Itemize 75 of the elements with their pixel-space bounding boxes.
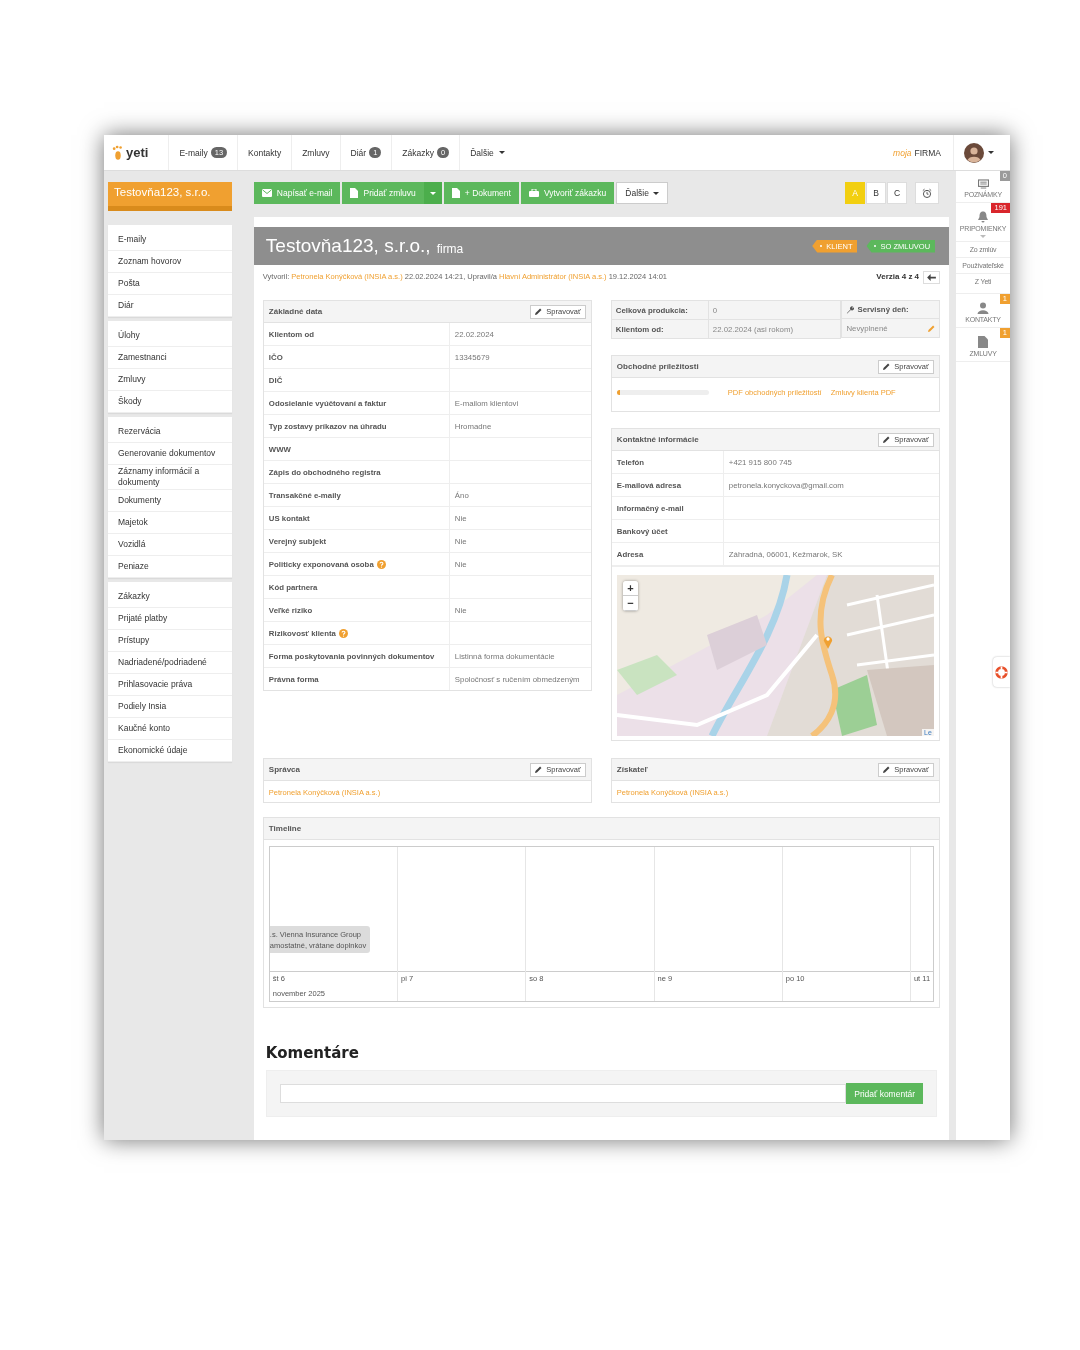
panel-title: Správca	[268, 765, 300, 774]
nav-link[interactable]: Zmluvy	[291, 135, 340, 170]
brand-name: FIRMA	[914, 147, 941, 158]
sidebar-item[interactable]: Vozidlá	[108, 534, 232, 556]
sidebar-item[interactable]: Podiely Insia	[108, 696, 232, 718]
caret-icon	[988, 151, 994, 154]
envelope-icon	[261, 189, 272, 197]
help-icon	[376, 559, 386, 569]
sidebar-item[interactable]: Záznamy informácií a dokumenty	[108, 465, 232, 490]
sidebar-item[interactable]: Prihlasovacie práva	[108, 674, 232, 696]
sidebar-item[interactable]: Pošta	[108, 273, 232, 295]
help-tab[interactable]	[993, 657, 1010, 687]
map-pin-icon	[822, 634, 833, 649]
sidebar-item[interactable]: Nadriadené/podriadené	[108, 652, 232, 674]
wrench-icon	[846, 305, 855, 314]
sidebar-item[interactable]: Prijaté platby	[108, 608, 232, 630]
comments-heading: Komentáre	[265, 1044, 360, 1062]
sidebar-item[interactable]: Úlohy	[108, 325, 232, 347]
sidebar-item[interactable]: Rezervácia	[108, 421, 232, 443]
version-label: Verzia 4 z 4	[876, 272, 920, 281]
panel-title: Obchodné príležitosti	[616, 362, 699, 371]
document-icon	[350, 188, 359, 198]
caret-icon	[652, 191, 659, 195]
sidebar-item[interactable]: Zákazky	[108, 586, 232, 608]
sidebar-item[interactable]: E-maily	[108, 229, 232, 251]
user-icon	[977, 302, 989, 314]
caret-icon	[980, 235, 987, 238]
nav-link[interactable]: Kontakty	[237, 135, 292, 170]
lifebuoy-icon	[995, 665, 1008, 679]
avatar-icon	[964, 142, 984, 163]
briefcase-icon	[528, 189, 539, 197]
back-button[interactable]	[923, 271, 941, 284]
panel-title: Timeline	[268, 824, 302, 833]
sidebar-item[interactable]: Zmluvy	[108, 369, 232, 391]
page-title: Testovňa123, s.r.o.,	[265, 235, 431, 257]
sidebar-item[interactable]: Prístupy	[108, 630, 232, 652]
logo-text: yeti	[126, 145, 149, 160]
nav-link[interactable]: Ďalšie	[459, 135, 515, 170]
sidebar-item[interactable]: Škody	[108, 391, 232, 413]
panel-title: Základné data	[268, 307, 323, 316]
caret-icon	[498, 151, 505, 154]
pencil-icon	[535, 308, 543, 315]
alarm-clock-icon	[922, 187, 933, 199]
panel-title: Kontaktné informácie	[616, 435, 699, 444]
pencil-icon	[535, 766, 543, 773]
sidebar-item[interactable]: Kaučné konto	[108, 718, 232, 740]
sidebar-item[interactable]: Zamestnanci	[108, 347, 232, 369]
pencil-icon	[883, 766, 891, 773]
company-name: Testovňa123, s.r.o.	[108, 182, 232, 211]
document-icon	[978, 336, 988, 348]
document-icon	[451, 188, 460, 198]
pencil-icon	[883, 363, 891, 370]
version-tab[interactable]: C	[887, 182, 908, 204]
version-tab[interactable]: B	[866, 182, 887, 204]
sidebar-item[interactable]: Ekonomické údaje	[108, 740, 232, 762]
sidebar-item[interactable]: Majetok	[108, 512, 232, 534]
sidebar-item[interactable]: Generovanie dokumentov	[108, 443, 232, 465]
footprint-icon	[112, 144, 124, 161]
sidebar-item[interactable]: Peniaze	[108, 556, 232, 578]
help-icon	[338, 628, 348, 638]
back-arrow-icon	[927, 274, 937, 281]
alarm-button[interactable]	[915, 182, 940, 204]
sidebar-item[interactable]: Dokumenty	[108, 490, 232, 512]
bell-icon	[977, 211, 989, 223]
notes-icon	[977, 179, 989, 189]
comment-field[interactable]	[279, 1084, 847, 1103]
pencil-icon	[883, 436, 891, 443]
sidebar-item[interactable]: Zoznam hovorov	[108, 251, 232, 273]
panel-title: Získateľ	[616, 765, 648, 774]
page-subtitle: firma	[436, 241, 464, 256]
brand-prefix: moja	[893, 147, 912, 158]
sidebar-item[interactable]: Diár	[108, 295, 232, 317]
more-button[interactable]: Ďalšie	[616, 182, 668, 204]
caret-icon	[429, 191, 436, 195]
pencil-icon[interactable]	[927, 324, 935, 332]
